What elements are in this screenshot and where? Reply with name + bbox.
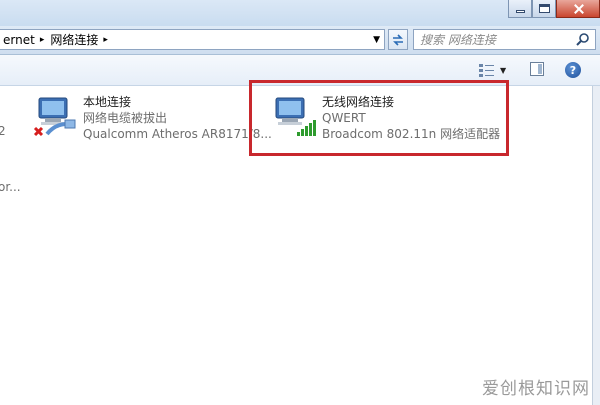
wired-disconnected-icon [33,97,76,137]
close-button[interactable] [556,0,600,18]
help-button[interactable]: ? [565,62,581,78]
maximize-button[interactable] [532,0,556,18]
chevron-down-icon[interactable]: ▼ [500,66,506,75]
title-bar [0,0,600,26]
highlight-annotation [249,80,509,156]
window-border [592,86,600,405]
search-placeholder: 搜索 网络连接 [420,33,496,47]
change-view-button[interactable]: ▼ [478,62,506,78]
refresh-icon [393,33,403,46]
breadcrumb-arrow-icon[interactable]: ▸ [40,35,45,45]
connection-adapter: Qualcomm Atheros AR8171/8... [83,127,272,141]
breadcrumb: ernet ▸ 网络连接 ▸ [3,31,114,48]
breadcrumb-item-current[interactable]: 网络连接 [50,31,98,48]
minimize-button[interactable] [508,0,532,18]
search-icon[interactable] [575,32,591,48]
address-dropdown-icon[interactable]: ▼ [373,35,380,45]
connection-name: 本地连接 [83,95,132,109]
window-controls [508,0,600,20]
connection-details: 本地连接 网络电缆被拔出 Qualcomm Atheros AR8171/8..… [83,94,272,142]
truncated-text: or... [0,180,21,194]
connection-status: 网络电缆被拔出 [83,111,168,125]
truncated-text: 2 [0,124,6,138]
view-options-icon [479,64,494,77]
search-input[interactable]: 搜索 网络连接 [413,29,596,50]
watermark-text: 爱创根知识网 [482,379,590,399]
address-box[interactable]: ernet ▸ 网络连接 ▸ ▼ [0,29,385,50]
refresh-button[interactable] [388,29,408,50]
breadcrumb-item-parent[interactable]: ernet [3,33,35,47]
breadcrumb-arrow-icon[interactable]: ▸ [103,35,108,45]
preview-pane-button[interactable] [530,62,544,76]
address-bar: ernet ▸ 网络连接 ▸ ▼ 搜索 网络连接 [0,26,600,55]
